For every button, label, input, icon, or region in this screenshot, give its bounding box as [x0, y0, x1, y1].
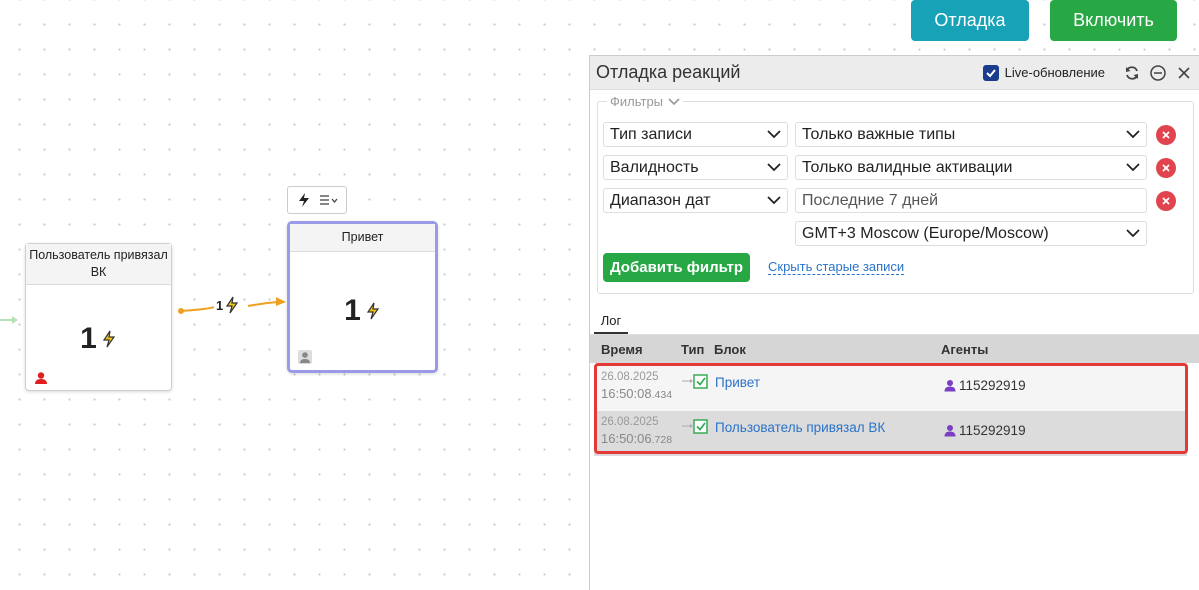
highlight-annotation	[594, 363, 1188, 454]
filters-fieldset: Фильтры Тип записи Только важные типы Ва…	[597, 94, 1194, 294]
chevron-down-icon	[767, 196, 781, 205]
chevron-down-icon	[767, 130, 781, 139]
chevron-down-icon	[767, 163, 781, 172]
lightning-icon[interactable]	[296, 192, 312, 208]
incoming-edge	[0, 316, 18, 324]
lightning-icon	[102, 330, 115, 348]
chevron-down-icon	[1126, 229, 1140, 238]
node-toolbar	[287, 186, 347, 214]
filter-field-select[interactable]: Валидность	[603, 155, 788, 180]
enable-button[interactable]: Включить	[1050, 0, 1177, 41]
filter-field-select[interactable]: Диапазон дат	[603, 188, 788, 213]
column-block: Блок	[714, 342, 746, 357]
column-agents: Агенты	[941, 342, 989, 357]
panel-header: Отладка реакций Live-обновление	[590, 56, 1199, 90]
remove-filter-button[interactable]	[1156, 158, 1176, 178]
chevron-down-icon	[1126, 130, 1140, 139]
lightning-icon	[226, 296, 239, 314]
filter-value-select[interactable]: Только валидные активации	[795, 155, 1147, 180]
close-icon	[1162, 197, 1170, 205]
close-icon	[1162, 131, 1170, 139]
menu-dropdown-icon[interactable]	[319, 193, 339, 207]
date-range-value: Последние 7 дней	[802, 191, 939, 209]
live-update-checkbox[interactable]	[982, 64, 999, 81]
close-icon[interactable]	[1175, 64, 1193, 82]
node-counter: 1	[290, 294, 435, 328]
filter-field-select[interactable]: Тип записи	[603, 122, 788, 147]
lightning-icon	[366, 302, 379, 320]
filters-toggle[interactable]: Фильтры	[607, 94, 684, 109]
edge-count: 1	[216, 297, 224, 313]
hide-old-records-link[interactable]: Скрыть старые записи	[768, 260, 905, 275]
date-range-input[interactable]: Последние 7 дней	[795, 188, 1147, 213]
close-icon	[1162, 164, 1170, 172]
filter-field-value: Тип записи	[610, 125, 692, 143]
check-icon	[985, 68, 996, 77]
debug-button[interactable]: Отладка	[911, 0, 1029, 41]
node-hello[interactable]: Привет 1	[287, 221, 438, 373]
tab-log[interactable]: Лог	[594, 309, 628, 334]
filter-field-value: Валидность	[610, 158, 699, 176]
filter-value-select[interactable]: Только важные типы	[795, 122, 1147, 147]
filters-label: Фильтры	[610, 94, 664, 109]
add-filter-button[interactable]: Добавить фильтр	[603, 253, 750, 282]
filter-field-value: Диапазон дат	[610, 191, 711, 209]
filter-value: Только валидные активации	[802, 158, 1013, 176]
column-time: Время	[601, 342, 643, 357]
remove-filter-button[interactable]	[1156, 125, 1176, 145]
column-type: Тип	[681, 342, 705, 357]
timezone-select[interactable]: GMT+3 Moscow (Europe/Moscow)	[795, 221, 1147, 246]
node-title: Пользователь привязал ВК	[26, 244, 171, 285]
user-icon	[35, 372, 47, 384]
node-count: 1	[344, 294, 361, 327]
log-table-header: Время Тип Блок Агенты	[590, 335, 1199, 363]
node-user-linked-vk[interactable]: Пользователь привязал ВК 1	[25, 243, 172, 391]
chevron-down-icon	[668, 97, 680, 105]
node-title: Привет	[290, 224, 435, 252]
node-counter: 1	[26, 322, 171, 356]
reactions-debug-panel: Отладка реакций Live-обновление Фильтры …	[589, 55, 1199, 590]
panel-title: Отладка реакций	[596, 62, 741, 82]
minimize-icon[interactable]	[1149, 64, 1167, 82]
remove-filter-button[interactable]	[1156, 191, 1176, 211]
timezone-value: GMT+3 Moscow (Europe/Moscow)	[802, 224, 1049, 242]
chevron-down-icon	[1126, 163, 1140, 172]
live-update-label[interactable]: Live-обновление	[1005, 65, 1105, 80]
user-icon	[298, 350, 312, 364]
node-count: 1	[80, 322, 97, 355]
edge-counter: 1	[214, 296, 243, 314]
refresh-icon[interactable]	[1123, 64, 1141, 82]
filter-value: Только важные типы	[802, 125, 956, 143]
